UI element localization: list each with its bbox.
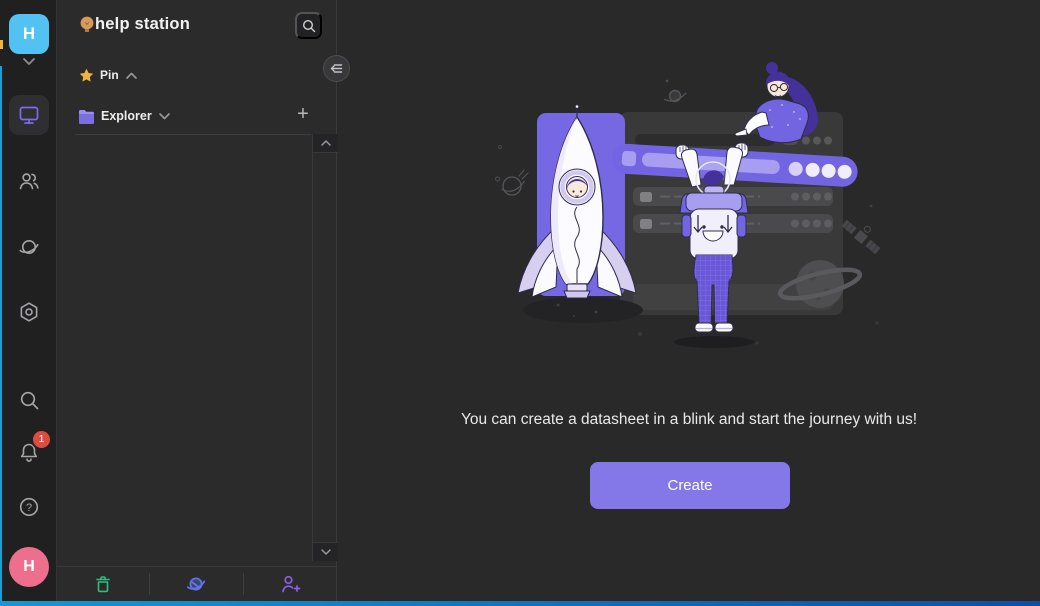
window-left-border [0, 66, 2, 601]
panel-footer [57, 566, 336, 601]
rail-item-search[interactable] [9, 380, 49, 420]
rail-item-workbench[interactable] [9, 95, 49, 135]
left-rail: H [0, 0, 57, 601]
scroll-up-button[interactable] [313, 134, 338, 153]
people-icon [17, 169, 41, 193]
trash-button[interactable] [57, 567, 149, 601]
empty-state-message: You can create a datasheet in a blink an… [338, 411, 1040, 429]
doodle-satellite [841, 213, 886, 255]
search-icon [17, 388, 41, 412]
rail-item-settings[interactable] [9, 292, 49, 332]
rail-item-help[interactable]: ? [9, 487, 49, 527]
collapse-sidebar-icon [329, 61, 344, 76]
pin-section-toggle[interactable]: Pin [79, 66, 138, 84]
workspace-avatar[interactable]: H [9, 14, 49, 54]
svg-text:?: ? [26, 502, 32, 514]
question-icon: ? [17, 495, 41, 519]
collapse-sidebar-button[interactable] [323, 55, 350, 82]
empty-state-illustration [470, 55, 900, 365]
trash-icon [93, 574, 113, 594]
chevron-up-icon [125, 71, 138, 80]
star-icon [79, 68, 94, 83]
scroll-down-button[interactable] [313, 542, 338, 561]
chevron-down-icon [158, 112, 171, 121]
person-add-icon [279, 573, 301, 595]
app-window: H [0, 0, 1040, 606]
user-avatar[interactable]: H [9, 547, 49, 587]
rail-item-explore[interactable] [9, 227, 49, 267]
chevron-down-icon[interactable] [18, 55, 40, 69]
doodle-sketch-planet [496, 146, 529, 196]
gear-icon [17, 300, 41, 324]
notification-badge: 1 [33, 431, 50, 448]
tree-scrollbar[interactable] [312, 134, 337, 561]
node-tree-empty [57, 135, 311, 565]
window-bottom-border [0, 601, 1040, 606]
doodle-saturn-small [664, 80, 686, 102]
woman-character [735, 62, 818, 143]
space-title: help station [95, 15, 190, 34]
planet-icon [17, 235, 41, 259]
explorer-panel: help station Pin Explorer + [57, 0, 337, 601]
lightbulb-icon [79, 15, 95, 35]
folder-icon [78, 109, 95, 124]
rail-item-contacts[interactable] [9, 161, 49, 201]
invite-member-button[interactable] [244, 567, 336, 601]
template-planet-button[interactable] [150, 567, 242, 601]
monitor-icon [17, 103, 41, 127]
pin-section-label: Pin [100, 68, 119, 82]
add-node-button[interactable]: + [291, 103, 315, 127]
planet-icon [185, 573, 207, 595]
left-edge-marker [0, 40, 3, 49]
create-datasheet-button[interactable]: Create [590, 462, 790, 509]
panel-search-button[interactable] [295, 12, 322, 39]
catalog-section-label: Explorer [101, 109, 152, 123]
catalog-section-toggle[interactable]: Explorer [78, 106, 171, 126]
search-icon [301, 18, 317, 34]
